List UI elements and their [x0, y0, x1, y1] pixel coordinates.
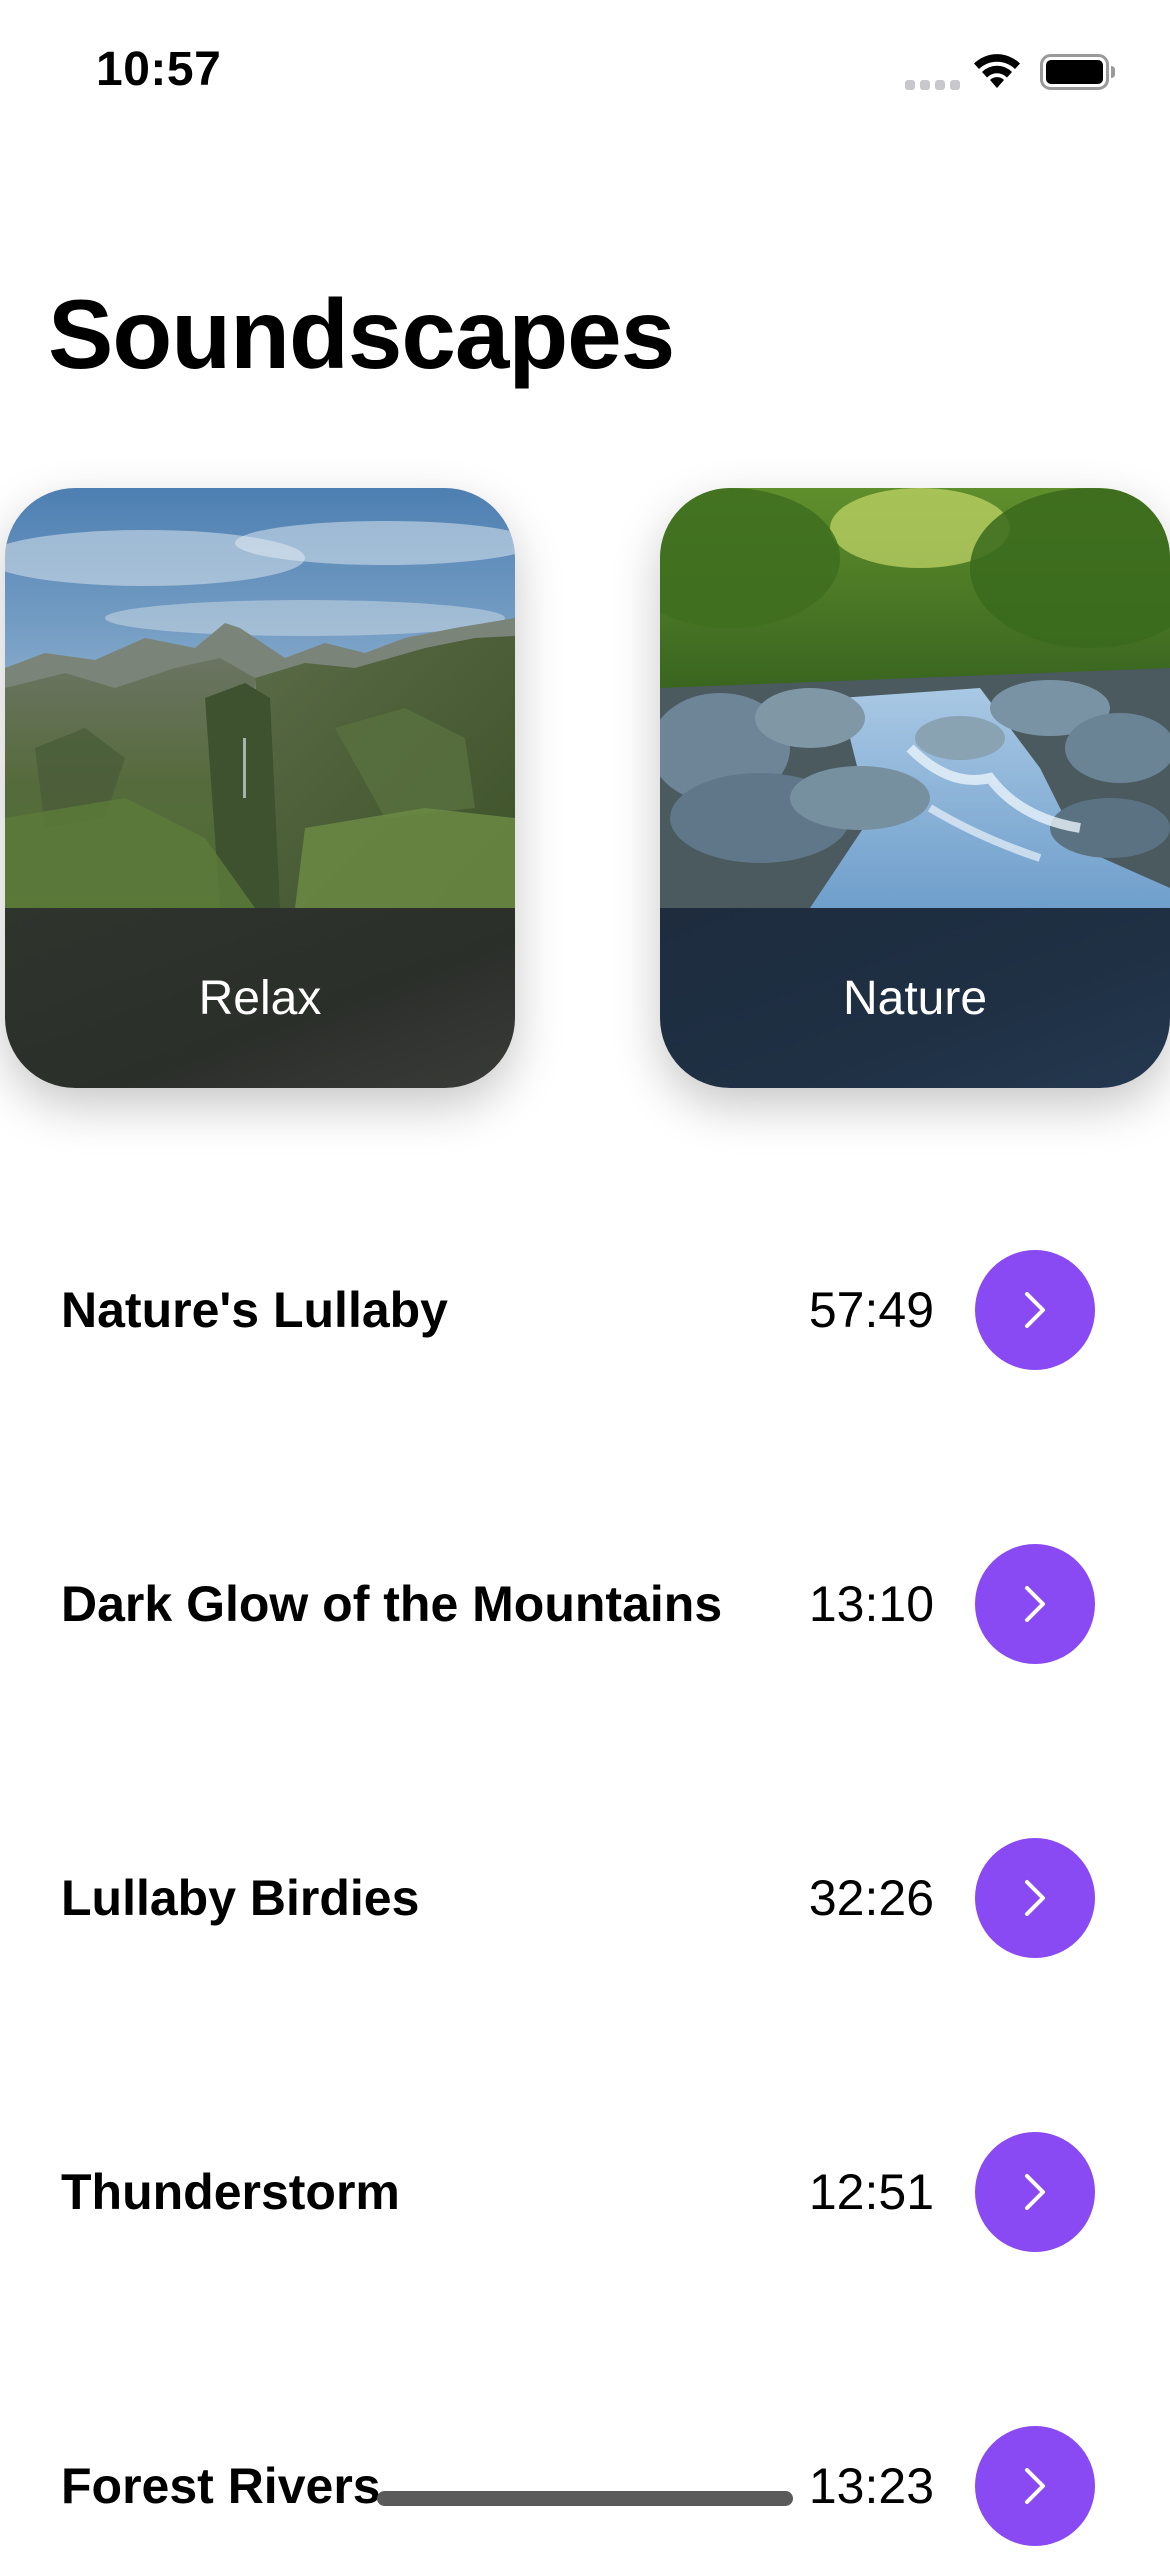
battery-icon	[1040, 54, 1115, 90]
chevron-right-icon	[1025, 1292, 1045, 1328]
track-title: Dark Glow of the Mountains	[61, 1576, 723, 1632]
category-card-nature[interactable]: Nature	[660, 488, 1170, 1088]
card-footer: Relax	[5, 908, 515, 1088]
open-track-button[interactable]	[975, 1250, 1095, 1370]
open-track-button[interactable]	[975, 2132, 1095, 2252]
forest-river-image	[660, 488, 1170, 908]
track-row[interactable]: Nature's Lullaby 57:49	[0, 1240, 1170, 1380]
open-track-button[interactable]	[975, 1544, 1095, 1664]
track-duration: 13:10	[808, 1576, 934, 1632]
card-label: Relax	[198, 971, 322, 1025]
track-row[interactable]: Dark Glow of the Mountains 13:10	[0, 1534, 1170, 1674]
open-track-button[interactable]	[975, 1838, 1095, 1958]
category-card-relax[interactable]: Relax	[5, 488, 515, 1088]
track-row[interactable]: Forest Rivers 13:23	[0, 2416, 1170, 2556]
home-indicator[interactable]	[377, 2491, 793, 2506]
chevron-right-icon	[1025, 2468, 1045, 2504]
open-track-button[interactable]	[975, 2426, 1095, 2546]
chevron-right-icon	[1025, 1586, 1045, 1622]
status-time: 10:57	[96, 43, 222, 96]
track-duration: 12:51	[808, 2164, 934, 2220]
track-title: Forest Rivers	[61, 2458, 381, 2514]
cellular-signal-icon	[905, 80, 960, 90]
card-footer: Nature	[660, 908, 1170, 1088]
track-row[interactable]: Thunderstorm 12:51	[0, 2122, 1170, 2262]
track-duration: 57:49	[808, 1282, 934, 1338]
track-duration: 13:23	[808, 2458, 934, 2514]
page-title: Soundscapes	[48, 279, 675, 389]
chevron-right-icon	[1025, 1880, 1045, 1916]
track-row[interactable]: Lullaby Birdies 32:26	[0, 1828, 1170, 1968]
chevron-right-icon	[1025, 2174, 1045, 2210]
status-bar: 10:57	[0, 0, 1170, 150]
track-title: Nature's Lullaby	[61, 1282, 448, 1338]
track-title: Thunderstorm	[61, 2164, 400, 2220]
track-duration: 32:26	[808, 1870, 934, 1926]
mountain-canyon-image	[5, 488, 515, 908]
track-title: Lullaby Birdies	[61, 1870, 420, 1926]
wifi-icon	[974, 54, 1020, 88]
card-label: Nature	[842, 971, 988, 1025]
